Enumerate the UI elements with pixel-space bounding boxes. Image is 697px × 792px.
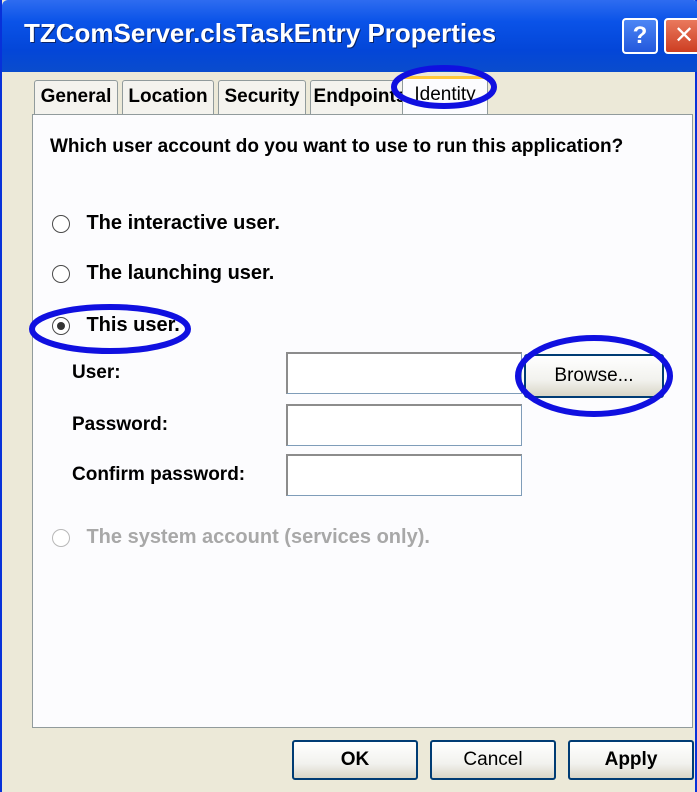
radio-label: This user. xyxy=(86,314,180,336)
confirm-password-field[interactable] xyxy=(286,454,522,496)
account-question: Which user account do you want to use to… xyxy=(50,136,624,157)
ok-button[interactable]: OK xyxy=(292,740,418,780)
close-icon: ✕ xyxy=(673,22,695,49)
user-label: User: xyxy=(72,362,121,383)
help-button[interactable]: ? xyxy=(622,18,658,54)
tab-security[interactable]: Security xyxy=(218,80,306,114)
window-title: TZComServer.clsTaskEntry Properties xyxy=(24,18,497,48)
radio-button[interactable] xyxy=(52,264,70,283)
radio-system-account[interactable]: The system account (services only). xyxy=(52,526,430,554)
tab-general[interactable]: General xyxy=(34,80,118,114)
tab-label: Identity xyxy=(414,84,476,105)
radio-label: The system account (services only). xyxy=(86,526,430,548)
cancel-label: Cancel xyxy=(463,749,523,770)
tab-label: Security xyxy=(224,86,300,107)
tab-label: General xyxy=(40,86,112,107)
radio-label: The interactive user. xyxy=(86,212,280,234)
browse-button[interactable]: Browse... xyxy=(524,354,664,398)
radio-label: The launching user. xyxy=(86,262,275,284)
radio-button[interactable] xyxy=(52,316,70,335)
user-field[interactable] xyxy=(286,352,522,394)
radio-this-user[interactable]: This user. xyxy=(52,314,180,342)
ok-label: OK xyxy=(340,749,370,770)
tab-location[interactable]: Location xyxy=(122,80,214,114)
tab-label: Endpoints xyxy=(313,86,407,107)
help-icon: ? xyxy=(632,22,648,49)
radio-button[interactable] xyxy=(52,528,70,547)
password-label: Password: xyxy=(72,414,169,435)
tab-label: Location xyxy=(128,86,208,107)
radio-interactive-user[interactable]: The interactive user. xyxy=(52,212,280,240)
radio-button[interactable] xyxy=(52,214,70,233)
radio-launching-user[interactable]: The launching user. xyxy=(52,262,274,290)
title-bar[interactable]: TZComServer.clsTaskEntry Properties ? ✕ xyxy=(2,0,697,72)
tab-identity[interactable]: Identity xyxy=(402,76,488,116)
properties-dialog: TZComServer.clsTaskEntry Properties ? ✕ … xyxy=(0,0,697,792)
tab-endpoints[interactable]: Endpoints xyxy=(310,80,410,114)
apply-label: Apply xyxy=(604,749,658,770)
browse-label: Browse... xyxy=(554,365,634,386)
close-button[interactable]: ✕ xyxy=(664,18,697,54)
confirm-password-label: Confirm password: xyxy=(72,464,246,485)
cancel-button[interactable]: Cancel xyxy=(430,740,556,780)
password-field[interactable] xyxy=(286,404,522,446)
apply-button[interactable]: Apply xyxy=(568,740,694,780)
